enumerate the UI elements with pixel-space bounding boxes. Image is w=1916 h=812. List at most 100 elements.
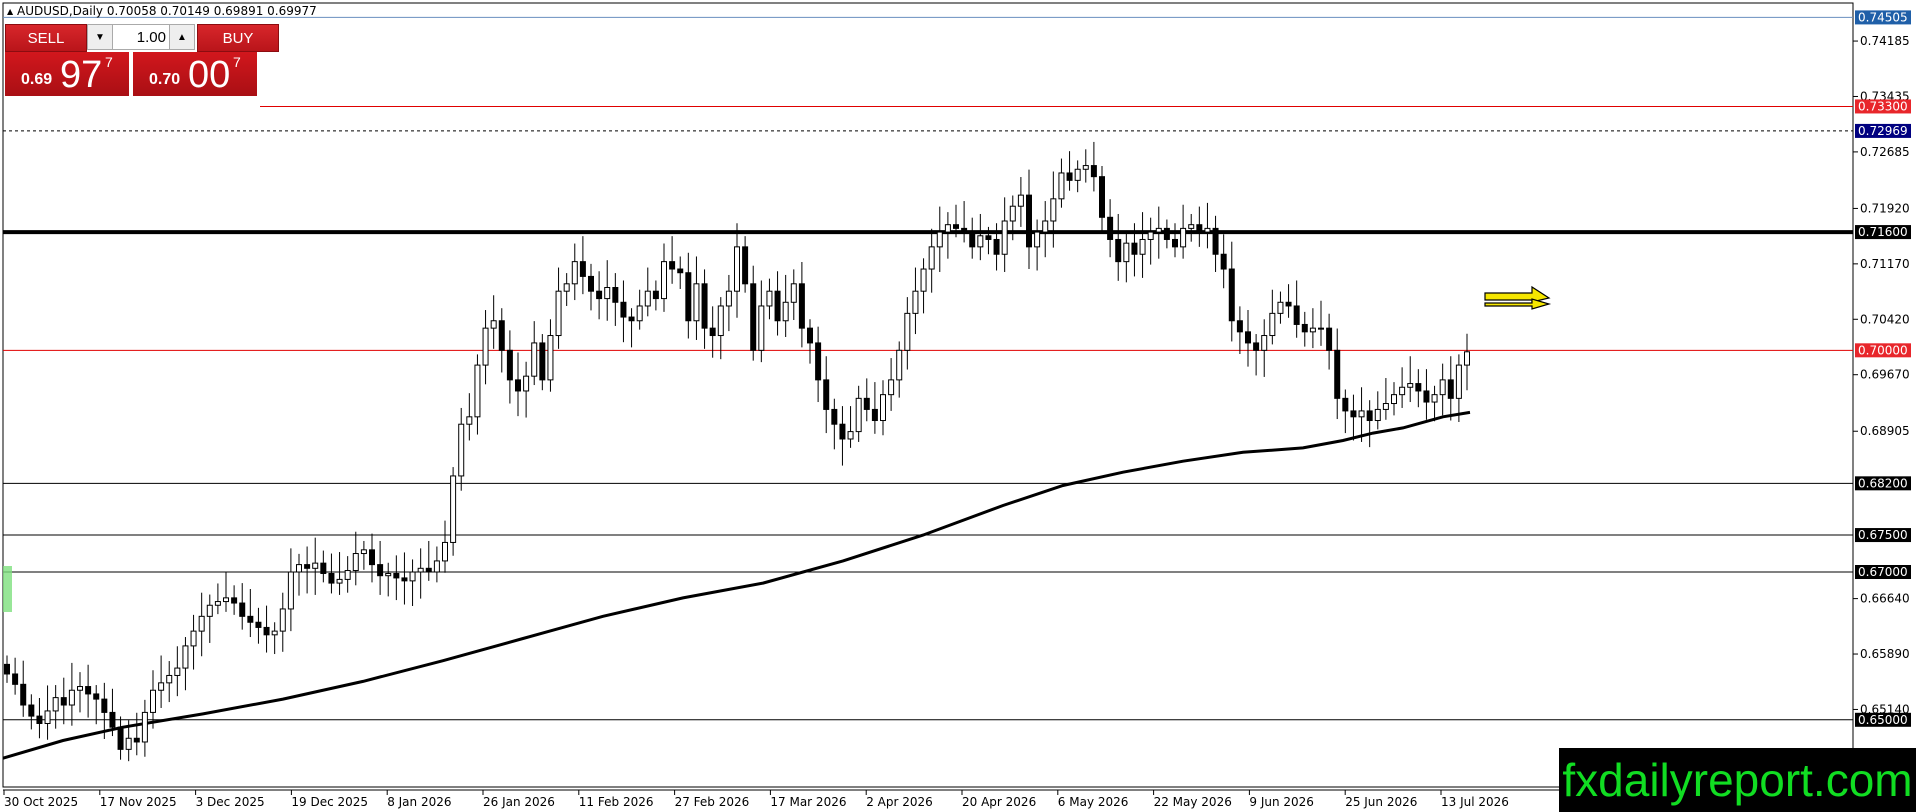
candle-body	[798, 283, 805, 329]
price-chart[interactable]: 0.741850.734350.726850.719200.711700.704…	[0, 0, 1916, 812]
candle-body	[369, 549, 375, 566]
candle-body	[141, 711, 148, 743]
candle-body	[880, 394, 886, 422]
candle-body	[117, 726, 124, 750]
candle-body	[961, 227, 968, 233]
candle-body	[969, 231, 976, 248]
candle-body	[734, 246, 740, 292]
candle-body	[1058, 172, 1065, 200]
lot-decrease-icon[interactable]: ▼	[88, 25, 113, 49]
candle-body	[1447, 379, 1454, 399]
lot-size-value[interactable]: 1.00	[116, 29, 166, 46]
y-tick-label-0: 0.74185	[1860, 34, 1910, 48]
y-tick-label-3: 0.71920	[1860, 201, 1910, 215]
candle-body	[93, 693, 100, 700]
y-axis-ticks: 0.741850.734350.726850.719200.711700.704…	[1853, 34, 1910, 772]
candle-body	[604, 287, 611, 300]
x-tick-label-2: 3 Dec 2025	[196, 795, 265, 809]
level-label-6: 0.67500	[1858, 528, 1908, 542]
candle-body	[547, 335, 554, 381]
candle-body	[693, 283, 700, 322]
candle-body	[1155, 227, 1162, 233]
buy-button[interactable]: BUY	[197, 24, 279, 52]
candle-body	[1139, 238, 1146, 255]
candle-body	[579, 261, 586, 277]
candle-body	[44, 710, 51, 724]
candle-body	[4, 663, 10, 675]
candle-body	[360, 549, 367, 555]
candle-body	[1309, 327, 1316, 333]
candle-body	[336, 578, 343, 584]
candle-body	[742, 246, 749, 285]
candle-body	[1163, 227, 1170, 240]
candle-body	[1009, 205, 1016, 222]
candle-body	[231, 597, 238, 604]
plot-area	[2, 2, 1854, 788]
candle-body	[401, 577, 408, 582]
level-price-labels: 0.74505 0.73300 0.72969 0.71600 0.70000 0.682…	[1855, 10, 1911, 727]
x-tick-label-1: 17 Nov 2025	[100, 795, 177, 809]
candle-body	[328, 572, 335, 584]
candle-body	[417, 567, 424, 573]
candle-body	[790, 283, 797, 303]
lot-increase-icon[interactable]: ▲	[169, 25, 194, 49]
candle-body	[1326, 327, 1333, 351]
candle-body	[636, 305, 643, 322]
candle-body	[839, 423, 846, 440]
candle-body	[1131, 242, 1138, 255]
buy-price-sup: 7	[233, 54, 241, 70]
x-axis-ticks: 30 Oct 2025 17 Nov 2025 3 Dec 2025 19 Dec 2…	[3, 790, 1509, 809]
candle-body	[1342, 397, 1349, 412]
sell-button[interactable]: SELL	[5, 24, 87, 52]
candle-body	[352, 553, 359, 572]
candle-body	[271, 630, 278, 636]
candle-body	[1107, 216, 1114, 240]
one-click-trade-panel: SELL ▼ 1.00 ▲ BUY 0.69 97 7 0.70 00 7	[5, 24, 279, 97]
x-tick-label-5: 26 Jan 2026	[483, 795, 555, 809]
sell-price-big: 97	[60, 54, 103, 96]
candle-body	[571, 261, 578, 285]
candle-body	[1431, 394, 1438, 403]
candle-body	[263, 626, 270, 636]
level-label-4: 0.70000	[1858, 343, 1908, 357]
candle-body	[466, 416, 473, 425]
x-tick-label-14: 25 Jun 2026	[1345, 795, 1417, 809]
candle-body	[944, 224, 951, 233]
candle-body	[1293, 305, 1300, 325]
candle-body	[628, 316, 635, 322]
candle-body	[1090, 165, 1097, 178]
lot-size-stepper[interactable]: ▼ 1.00 ▲	[87, 24, 195, 50]
candle-body	[904, 312, 911, 351]
candle-body	[1253, 342, 1260, 351]
candle-body	[1001, 220, 1008, 255]
candle-body	[223, 597, 229, 603]
buy-price-small: 0.70	[149, 71, 181, 88]
candle-body	[482, 327, 489, 366]
level-label-2: 0.72969	[1858, 124, 1908, 138]
buy-price-big: 00	[188, 54, 231, 96]
level-label-0: 0.74505	[1858, 10, 1908, 24]
buy-price-box[interactable]: 0.70 00 7	[133, 52, 257, 96]
candle-body	[1034, 231, 1041, 248]
candle-body	[782, 301, 789, 322]
candle-body	[1180, 227, 1187, 248]
candle-body	[1269, 312, 1276, 337]
candle-body	[490, 320, 497, 329]
candle-body	[823, 379, 830, 410]
candle-body	[766, 290, 773, 307]
candle-body	[644, 290, 651, 307]
candle-body	[669, 261, 676, 270]
candle-body	[807, 327, 813, 344]
candle-body	[896, 349, 903, 381]
candle-body	[174, 667, 181, 676]
candle-body	[433, 560, 440, 573]
candle-body	[701, 283, 708, 329]
level-label-5: 0.68200	[1858, 476, 1908, 490]
sell-price-box[interactable]: 0.69 97 7	[5, 52, 129, 96]
candle-body	[888, 379, 895, 396]
candle-body	[1399, 386, 1406, 396]
candle-body	[320, 562, 327, 574]
candle-body	[1366, 410, 1373, 422]
candle-body	[498, 320, 505, 351]
candle-body	[1026, 194, 1032, 248]
